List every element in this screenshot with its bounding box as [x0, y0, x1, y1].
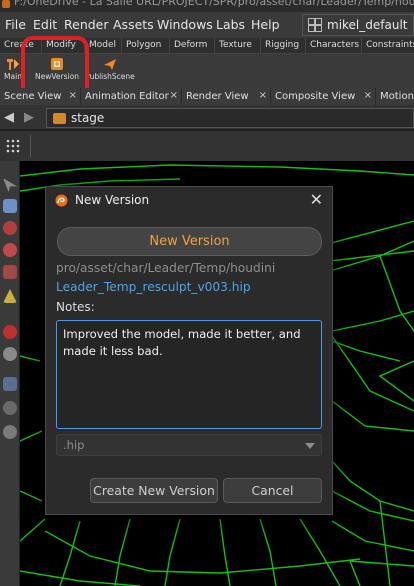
houdini-app-icon	[2, 0, 10, 8]
menu-edit[interactable]: Edit	[33, 17, 57, 32]
view-icon[interactable]	[3, 401, 17, 415]
close-icon[interactable]: ×	[69, 90, 77, 101]
magnet-icon[interactable]	[3, 325, 17, 339]
tab-animation-editor[interactable]: Animation Editor ×	[81, 88, 181, 105]
select-arrow-icon[interactable]	[3, 178, 17, 192]
new-version-dialog: New Version ✕ New Version pro/asset/char…	[45, 186, 333, 515]
desktop-selector[interactable]: mikel_default	[302, 14, 414, 36]
shelf-tab-polygon[interactable]: Polygon	[122, 38, 170, 54]
shelf-tab-characters[interactable]: Characters	[306, 38, 362, 54]
cancel-button[interactable]: Cancel	[223, 478, 322, 503]
new-version-button[interactable]: New Version	[57, 227, 322, 256]
chevron-down-icon	[305, 443, 315, 449]
desktop-grid-icon	[308, 18, 322, 32]
shelf-tab-deform[interactable]: Deform	[170, 38, 215, 54]
dialog-title: New Version	[75, 193, 150, 207]
tab-render-view[interactable]: Render View ×	[182, 88, 270, 105]
shelf-tab-texture[interactable]: Texture	[215, 38, 261, 54]
menu-file[interactable]: File	[5, 17, 26, 32]
handle-icon[interactable]	[3, 347, 17, 361]
light-icon[interactable]	[3, 425, 17, 439]
window-title: F:/OneDrive - La Salle URL/PROJECT/SPR/p…	[14, 0, 414, 8]
desktop-name: mikel_default	[327, 18, 408, 32]
main-tool-icon	[7, 59, 19, 70]
path-field[interactable]: stage	[46, 108, 414, 128]
menu-windows[interactable]: Windows	[157, 17, 213, 32]
stage-icon	[53, 113, 66, 124]
close-icon[interactable]: ×	[364, 90, 372, 101]
left-toolbar	[0, 161, 20, 586]
menu-help[interactable]: Help	[251, 17, 280, 32]
dialog-title-bar: New Version ✕	[46, 187, 332, 214]
menu-render[interactable]: Render	[64, 17, 109, 32]
close-icon[interactable]: ✕	[310, 190, 323, 209]
lock-icon[interactable]	[3, 199, 17, 213]
path-bar: ◀ ▶ stage	[0, 105, 414, 130]
menu-assets[interactable]: Assets	[113, 17, 154, 32]
extension-value: .hip	[63, 438, 85, 452]
shelf-tab-rigging[interactable]: Rigging	[261, 38, 306, 54]
tab-motion[interactable]: Motion	[376, 88, 414, 105]
forward-arrow-icon[interactable]: ▶	[24, 110, 34, 125]
create-new-version-button[interactable]: Create New Version	[90, 478, 218, 503]
viewport-toolbar	[0, 131, 414, 161]
notes-label: Notes:	[56, 300, 95, 314]
pose-icon[interactable]	[3, 289, 17, 303]
directory-path: pro/asset/char/Leader/Temp/houdini	[56, 261, 276, 275]
shelf-tool-publishscene[interactable]: PublishScene	[84, 57, 136, 87]
menubar: File Edit Render Assets Windows Labs Hel…	[0, 12, 414, 38]
back-arrow-icon[interactable]: ◀	[4, 110, 14, 125]
publish-scene-icon	[104, 59, 116, 70]
menu-labs[interactable]: Labs	[216, 17, 245, 32]
shelf-tab-constraints[interactable]: Constraints	[362, 38, 414, 54]
dots-grid-icon[interactable]	[6, 139, 22, 153]
scale-icon[interactable]	[3, 265, 17, 279]
close-icon[interactable]: ×	[259, 90, 267, 101]
shelf-tab-model[interactable]: Model	[85, 38, 122, 54]
camera-icon[interactable]	[3, 377, 17, 391]
tab-composite-view[interactable]: Composite View ×	[271, 88, 375, 105]
pane-tab-bar: Scene View × Animation Editor × Render Vie…	[0, 88, 414, 105]
window-title-bar: F:/OneDrive - La Salle URL/PROJECT/SPR/p…	[0, 0, 414, 12]
houdini-logo-icon	[55, 194, 68, 207]
rotate-icon[interactable]	[3, 243, 17, 257]
extension-select[interactable]: .hip	[56, 434, 322, 456]
transform-icon[interactable]	[3, 221, 17, 235]
divider	[30, 135, 31, 157]
path-label: stage	[71, 111, 105, 125]
tab-scene-view[interactable]: Scene View ×	[0, 88, 80, 105]
notes-field[interactable]: Improved the model, made it better, and …	[56, 320, 322, 429]
file-name-link[interactable]: Leader_Temp_resculpt_v003.hip	[56, 280, 251, 294]
close-icon[interactable]: ×	[170, 90, 178, 101]
